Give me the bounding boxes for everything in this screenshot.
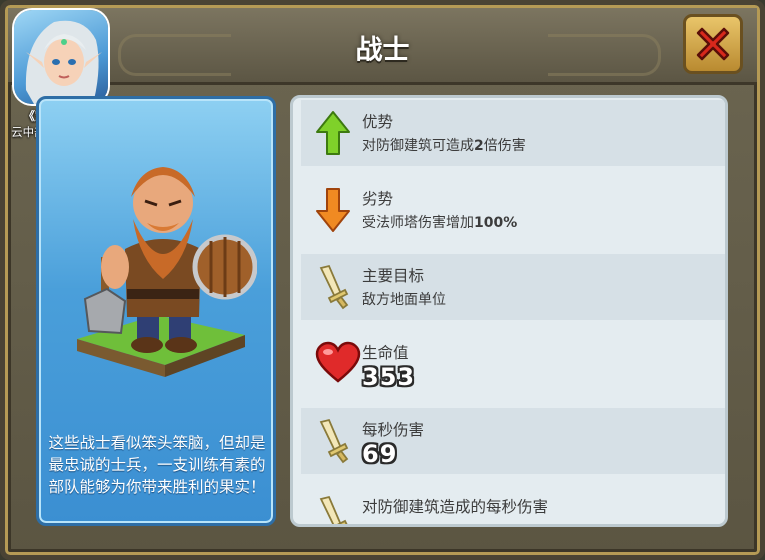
stat-value: 69 [362, 440, 398, 468]
stat-value: 353 [362, 363, 416, 391]
warrior-unit-illustration [77, 167, 257, 377]
sword-icon [319, 418, 349, 464]
stat-detail: 受法师塔伤害增加100% [362, 215, 518, 231]
stat-label: 每秒伤害 [362, 421, 425, 439]
stat-label: 优势 [362, 113, 394, 131]
stat-row-primary-target: 主要目标 敌方地面单位 [301, 254, 725, 320]
stat-label: 主要目标 [362, 267, 425, 285]
stat-detail: 对防御建筑可造成2倍伤害 [362, 138, 526, 154]
close-button[interactable] [683, 14, 743, 74]
elf-portrait-icon [25, 20, 102, 104]
unit-portrait-panel: 这些战士看似笨头笨脑，但却是最忠诚的士兵，一支训练有素的部队能够为你带来胜利的果… [36, 96, 276, 526]
stat-row-advantage: 优势 对防御建筑可造成2倍伤害 [301, 100, 725, 166]
stat-label: 劣势 [362, 190, 394, 208]
stat-row-disadvantage: 劣势 受法师塔伤害增加100% [301, 177, 725, 243]
app-logo [14, 10, 108, 104]
stat-label: 对防御建筑造成的每秒伤害 [362, 498, 549, 516]
orange-down-arrow-icon [316, 188, 350, 232]
heart-icon [315, 341, 361, 383]
unit-description: 这些战士看似笨头笨脑，但却是最忠诚的士兵，一支训练有素的部队能够为你带来胜利的果… [48, 434, 266, 496]
dialog-title: 战士 [355, 35, 410, 66]
green-up-arrow-icon [316, 111, 350, 155]
stat-label: 生命值 [362, 344, 409, 362]
unit-stats-panel[interactable]: 优势 对防御建筑可造成2倍伤害 劣势 受法师塔伤害增加100% 主要目标 敌方地… [290, 95, 728, 527]
stat-row-dps: 每秒伤害 69 [301, 408, 725, 474]
sword-icon [319, 264, 349, 310]
close-icon [696, 27, 730, 61]
stat-row-building-dps: 对防御建筑造成的每秒伤害 [301, 485, 725, 524]
stat-row-hitpoints: 生命值 353 [301, 331, 725, 397]
sword-icon [319, 495, 348, 524]
stat-detail: 敌方地面单位 [362, 292, 446, 308]
